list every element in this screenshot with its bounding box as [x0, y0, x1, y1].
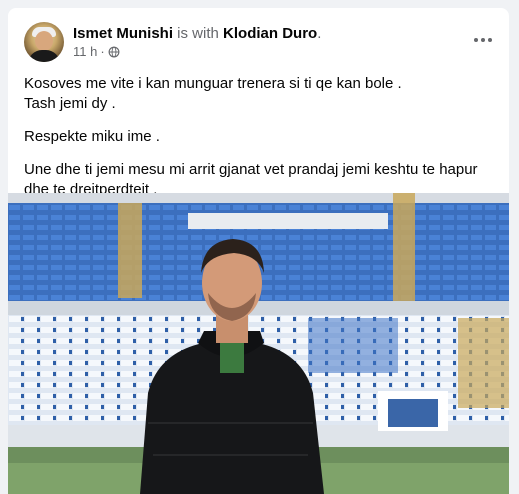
more-options-button[interactable]	[471, 28, 495, 52]
timestamp-link[interactable]: 11 h	[73, 43, 97, 61]
post-paragraph: Kosoves me vite i kan munguar trenera si…	[24, 75, 402, 112]
author-line: Ismet Munishi is with Klodian Duro.	[73, 24, 321, 44]
globe-icon[interactable]	[108, 46, 120, 58]
meta-separator: ·	[100, 44, 105, 59]
post-meta: 11 h ·	[73, 43, 120, 61]
post-header: Ismet Munishi is with Klodian Duro. 11 h…	[8, 8, 509, 68]
more-horizontal-icon	[474, 38, 492, 42]
post-photo[interactable]	[8, 193, 509, 494]
post-card: Ismet Munishi is with Klodian Duro. 11 h…	[8, 8, 509, 494]
stadium-photo	[8, 193, 509, 494]
with-text: is with	[173, 25, 224, 42]
author-avatar[interactable]	[24, 22, 64, 62]
tagged-suffix: .	[317, 25, 322, 42]
tagged-name-link[interactable]: Klodian Duro	[223, 25, 317, 42]
author-name-link[interactable]: Ismet Munishi	[73, 25, 173, 42]
post-paragraph: Respekte miku ime .	[24, 128, 160, 145]
